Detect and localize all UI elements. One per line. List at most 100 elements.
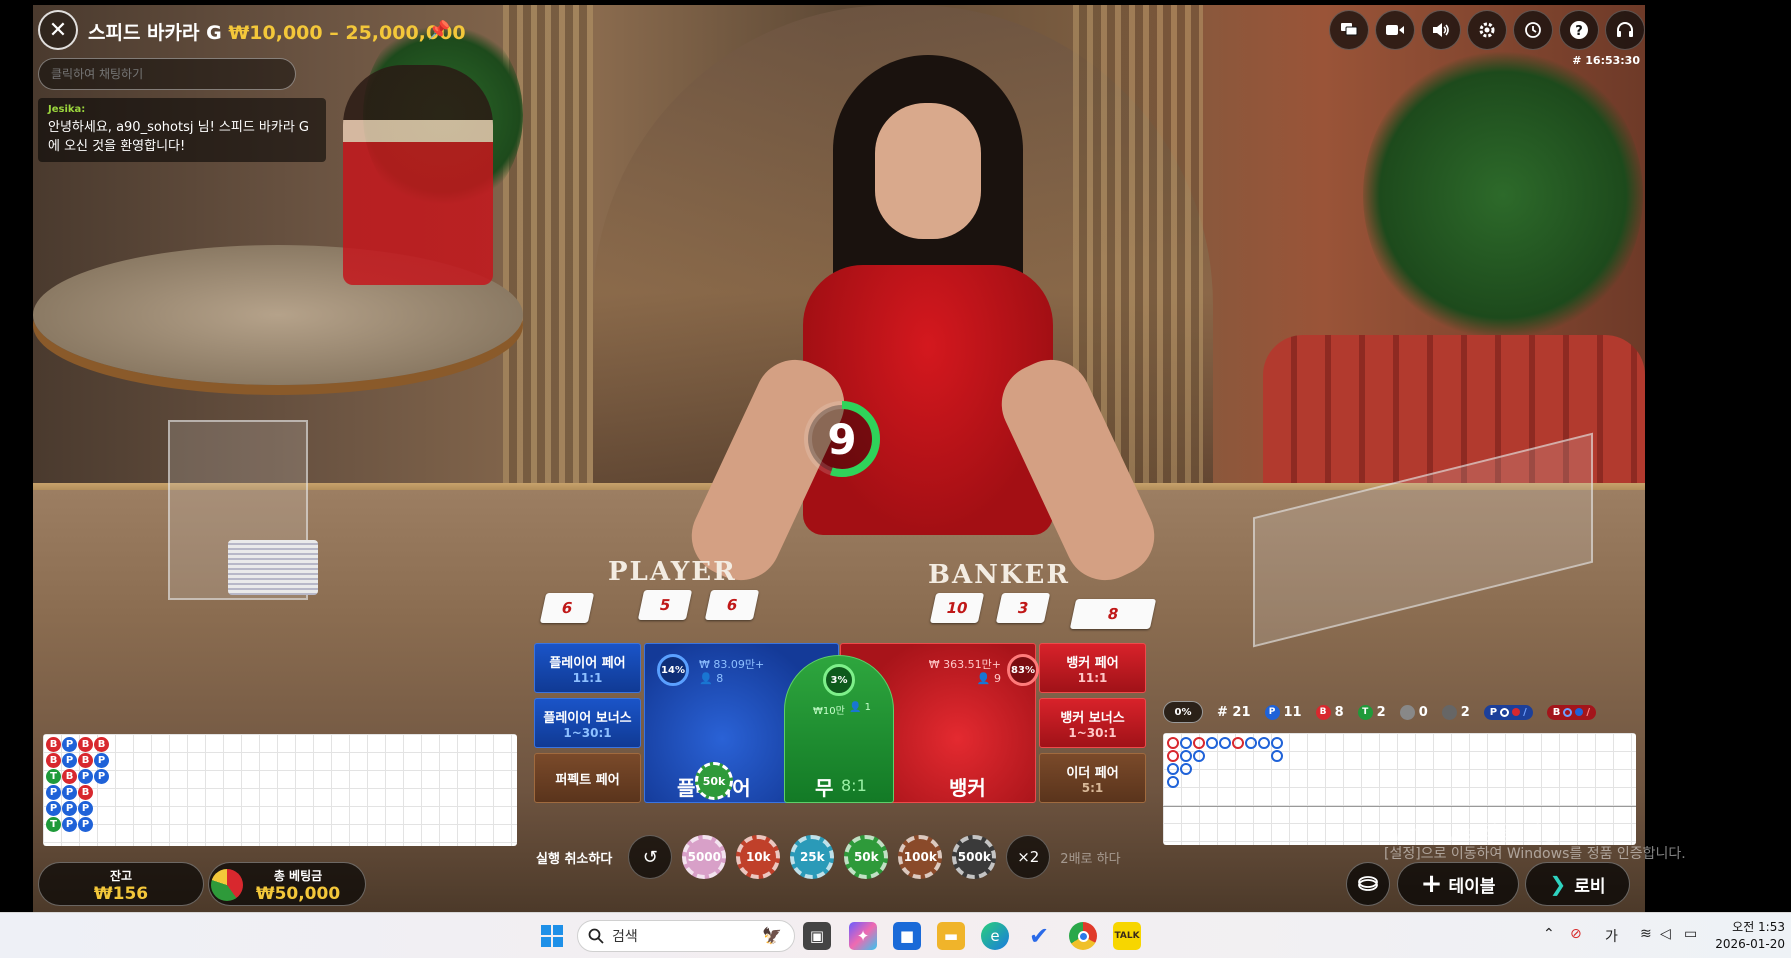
bead-b: B xyxy=(94,737,109,752)
chip-10k[interactable]: 10k xyxy=(736,835,781,879)
plant xyxy=(1363,45,1643,345)
chip-5000[interactable]: 5000 xyxy=(682,835,727,879)
task-view-icon[interactable]: ▣ xyxy=(803,922,831,950)
player-card: 6 xyxy=(539,593,595,623)
ime-indicator[interactable]: 가 xyxy=(1605,926,1618,946)
chip-tray: 실행 취소하다 ↺ 5000 10k 25k 50k 100k 500k ×2 2배로 하… xyxy=(536,834,1137,880)
tie-bet-players: 👤 1 xyxy=(849,702,871,713)
big-road-mark xyxy=(1258,737,1270,749)
either-pair-odds: 5:1 xyxy=(1081,780,1104,795)
player-bet-percent: 14% xyxy=(657,654,689,686)
either-pair-bet[interactable]: 이더 페어 5:1 xyxy=(1039,753,1146,803)
player-bonus-label: 플레이어 보너스 xyxy=(543,710,632,726)
bead-t: T xyxy=(46,817,61,832)
wifi-icon[interactable]: ≋ xyxy=(1640,926,1652,942)
player-card: 5 xyxy=(637,590,693,620)
prediction-dot-icon xyxy=(1512,708,1521,716)
undo-icon: ↺ xyxy=(642,846,658,868)
player-pair-odds: 11:1 xyxy=(572,670,603,685)
chip-50k[interactable]: 50k xyxy=(844,835,889,879)
bead-b: B xyxy=(46,737,61,752)
help-icon[interactable]: ? xyxy=(1559,10,1599,50)
big-road-mark xyxy=(1271,750,1283,762)
big-road-mark xyxy=(1167,737,1179,749)
bead-b: B xyxy=(78,737,93,752)
banker-prediction-button[interactable]: B / xyxy=(1546,704,1597,720)
pin-icon[interactable]: 📌 xyxy=(428,20,450,41)
tray-chevron-icon[interactable]: ⌃ xyxy=(1543,926,1555,942)
bead-b: B xyxy=(78,753,93,768)
close-button[interactable]: ✕ xyxy=(38,10,78,50)
banker-bet-player-count: 9 xyxy=(994,672,1001,685)
either-pair-label: 이더 페어 xyxy=(1066,765,1119,781)
double-button[interactable]: ×2 xyxy=(1006,835,1051,879)
bead-p: P xyxy=(78,817,93,832)
prediction-label: B xyxy=(1552,706,1561,718)
tie-bet-area[interactable]: 3% ₩10만 👤 1 무 8:1 xyxy=(784,655,894,803)
todo-icon[interactable]: ✔ xyxy=(1025,922,1053,950)
chat-input[interactable] xyxy=(38,58,296,90)
player-pair-icon xyxy=(1399,704,1415,720)
history-icon[interactable] xyxy=(1513,10,1553,50)
taskbar-search[interactable]: 검색 🦅 xyxy=(577,920,795,952)
card-deck xyxy=(228,540,318,595)
search-highlight-icon: 🦅 xyxy=(762,926,782,945)
headset-icon[interactable] xyxy=(1605,10,1645,50)
felt-player-label: PLAYER xyxy=(608,557,737,587)
banker-pair-value: 2 xyxy=(1460,704,1470,720)
bead-road[interactable]: BBTPPTPPBPPPBBPBPPBPP xyxy=(43,734,517,846)
security-alert-icon[interactable]: ⊘ xyxy=(1570,926,1582,942)
round-statistics: 0% # 21 P 11 B8 T2 0 2 P / B / xyxy=(1163,700,1636,724)
chip-100k[interactable]: 100k xyxy=(898,835,943,879)
banker-bet-percent: 83% xyxy=(1007,654,1039,686)
speaker-icon[interactable] xyxy=(1421,10,1461,50)
undo-button[interactable]: ↺ xyxy=(628,835,673,879)
file-explorer-icon[interactable]: ▬ xyxy=(937,922,965,950)
table-button-label: 테이블 xyxy=(1448,876,1496,897)
tie-dot-icon: T xyxy=(1357,704,1373,720)
prediction-slash-icon: / xyxy=(1586,706,1591,718)
gear-icon[interactable] xyxy=(1467,10,1507,50)
big-road-mark xyxy=(1193,750,1205,762)
player-dot-icon: P xyxy=(1264,704,1280,720)
big-road-mark xyxy=(1167,776,1179,788)
big-road-mark xyxy=(1232,737,1244,749)
stack-view-button[interactable] xyxy=(1346,862,1390,906)
player-bet-players: 👤 8 xyxy=(699,672,723,685)
table-name: 스피드 바카라 G xyxy=(88,22,222,44)
bead-p: P xyxy=(62,817,77,832)
player-bonus-bet[interactable]: 플레이어 보너스 1~30:1 xyxy=(534,698,641,748)
windows-start-icon[interactable] xyxy=(538,922,566,950)
bead-p: P xyxy=(46,785,61,800)
chat-icon[interactable] xyxy=(1329,10,1369,50)
microsoft-store-icon[interactable]: ■ xyxy=(893,922,921,950)
banker-bet-players: 👤 9 xyxy=(977,672,1001,685)
perfect-pair-bet[interactable]: 퍼펙트 페어 xyxy=(534,753,641,803)
volume-icon[interactable]: ◁ xyxy=(1660,926,1671,942)
battery-icon[interactable]: ▭ xyxy=(1684,926,1697,942)
player-pair-bet[interactable]: 플레이어 페어 11:1 xyxy=(534,643,641,693)
clock-date: 2026-01-20 xyxy=(1715,937,1785,951)
table-button[interactable]: + 테이블 xyxy=(1397,862,1519,906)
lobby-button[interactable]: ❯ 로비 xyxy=(1525,862,1630,906)
banker-bonus-bet[interactable]: 뱅커 보너스 1~30:1 xyxy=(1039,698,1146,748)
taskbar-search-text: 검색 xyxy=(612,929,638,945)
chip-500k[interactable]: 500k xyxy=(952,835,997,879)
undo-label: 실행 취소하다 xyxy=(536,851,613,867)
banker-card: 8 xyxy=(1069,599,1157,629)
copilot-icon[interactable]: ✦ xyxy=(849,922,877,950)
kakaotalk-icon[interactable]: TALK xyxy=(1113,922,1141,950)
perfect-pair-label: 퍼펙트 페어 xyxy=(555,772,620,788)
video-camera-icon[interactable] xyxy=(1375,10,1415,50)
player-prediction-button[interactable]: P / xyxy=(1483,704,1533,720)
system-clock[interactable]: 오전 1:53 2026-01-20 xyxy=(1705,919,1785,953)
bead-p: P xyxy=(46,801,61,816)
chat-message: Jesika: 안녕하세요, a90_sohotsj 님! 스피드 바카라 G … xyxy=(38,98,326,162)
banker-pair-odds: 11:1 xyxy=(1077,670,1108,685)
chip-25k[interactable]: 25k xyxy=(790,835,835,879)
tie-bet-odds: 8:1 xyxy=(841,776,867,795)
placed-chip[interactable]: 50k xyxy=(695,762,733,800)
edge-icon[interactable]: e xyxy=(981,922,1009,950)
banker-pair-bet[interactable]: 뱅커 페어 11:1 xyxy=(1039,643,1146,693)
chrome-icon[interactable] xyxy=(1069,922,1097,950)
